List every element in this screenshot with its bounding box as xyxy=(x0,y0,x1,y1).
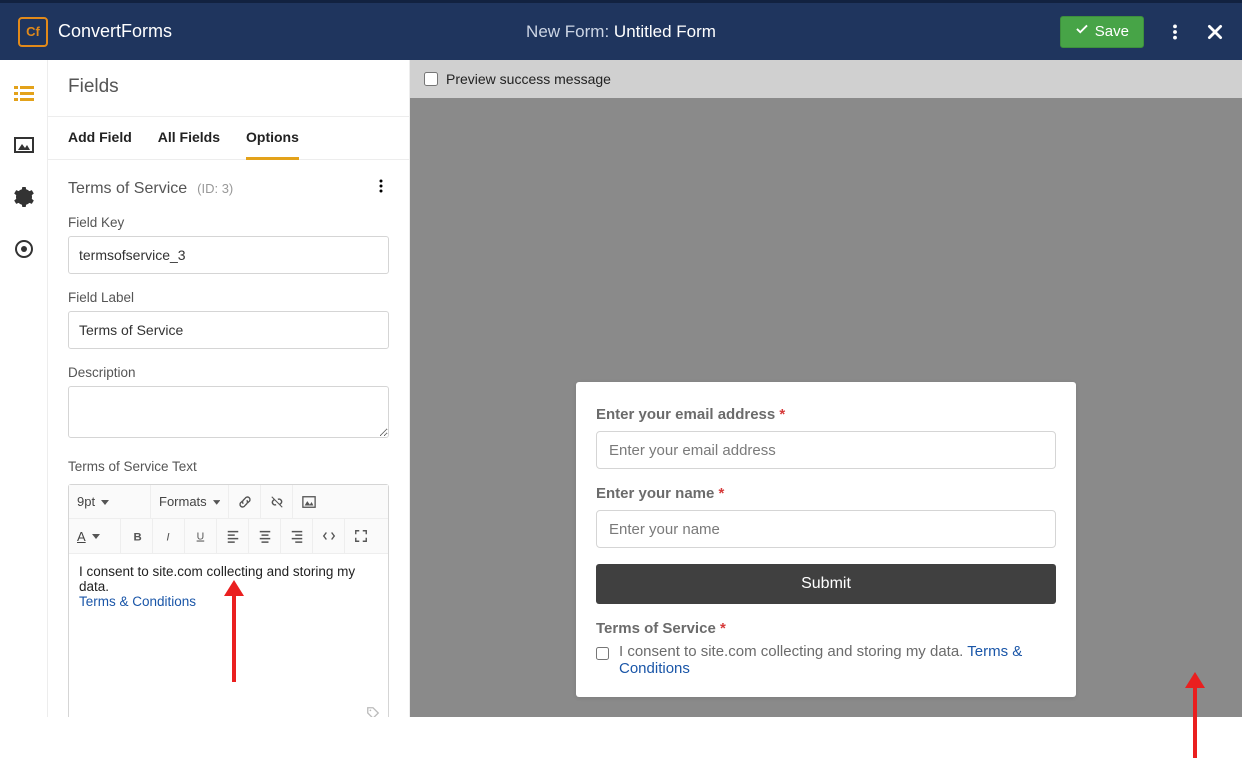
preview-name-group: Enter your name * xyxy=(596,485,1056,548)
rte-code-icon[interactable] xyxy=(313,519,345,553)
form-name: Untitled Form xyxy=(614,22,716,41)
preview-name-input[interactable] xyxy=(596,510,1056,548)
rte-formats-select[interactable]: Formats xyxy=(151,485,229,518)
top-header: Cf ConvertForms New Form: Untitled Form … xyxy=(0,0,1242,60)
rte-footer xyxy=(69,704,388,717)
sidebar-tabs: Add Field All Fields Options xyxy=(48,117,409,160)
preview-tos-text-wrap: I consent to site.com collecting and sto… xyxy=(619,643,1056,677)
rte-fontsize-select[interactable]: 9pt xyxy=(69,485,151,518)
field-menu-icon[interactable] xyxy=(373,178,389,199)
preview-success-checkbox[interactable] xyxy=(424,72,438,86)
field-key-group: Field Key xyxy=(48,209,409,284)
svg-text:U: U xyxy=(196,531,204,543)
target-icon[interactable] xyxy=(13,238,35,260)
annotation-arrow xyxy=(1185,672,1205,758)
list-icon[interactable] xyxy=(13,82,35,104)
form-canvas: Preview success message Enter your email… xyxy=(410,60,1242,717)
icon-rail xyxy=(0,60,48,717)
rte-link-icon[interactable] xyxy=(229,485,261,518)
rte-underline-icon[interactable]: U xyxy=(185,519,217,553)
rte-textcolor-select[interactable]: A xyxy=(69,519,121,553)
tab-options[interactable]: Options xyxy=(246,129,299,160)
preview-submit-group: Submit xyxy=(596,564,1056,604)
brand-logo: Cf xyxy=(18,17,48,47)
rte-align-center-icon[interactable] xyxy=(249,519,281,553)
preview-tos-text: I consent to site.com collecting and sto… xyxy=(619,643,963,660)
preview-tos-heading: Terms of Service * xyxy=(596,620,1056,637)
field-label-input[interactable] xyxy=(68,311,389,349)
tab-add-field[interactable]: Add Field xyxy=(68,129,132,159)
save-button[interactable]: Save xyxy=(1060,16,1144,48)
brand-name: ConvertForms xyxy=(58,21,172,42)
rte-text: I consent to site.com collecting and sto… xyxy=(79,564,355,594)
required-star: * xyxy=(719,485,725,502)
svg-text:B: B xyxy=(133,531,141,543)
field-id: (ID: 3) xyxy=(197,181,233,196)
required-star: * xyxy=(779,406,785,423)
rte-bold-icon[interactable]: B xyxy=(121,519,153,553)
field-label-label: Field Label xyxy=(68,290,389,305)
preview-tos-group: Terms of Service * I consent to site.com… xyxy=(596,620,1056,677)
close-icon[interactable] xyxy=(1206,23,1224,41)
rte-image-icon[interactable] xyxy=(293,485,325,518)
preview-name-label-text: Enter your name xyxy=(596,485,714,502)
field-key-label: Field Key xyxy=(68,215,389,230)
more-menu-icon[interactable] xyxy=(1166,23,1184,41)
rich-text-editor: 9pt Formats A B xyxy=(68,484,389,717)
tos-text-label: Terms of Service Text xyxy=(68,459,389,474)
preview-email-label: Enter your email address * xyxy=(596,406,1056,423)
preview-submit-button[interactable]: Submit xyxy=(596,564,1056,604)
preview-email-input[interactable] xyxy=(596,431,1056,469)
tab-all-fields[interactable]: All Fields xyxy=(158,129,220,159)
rte-align-left-icon[interactable] xyxy=(217,519,249,553)
required-star: * xyxy=(720,620,726,637)
tag-icon[interactable] xyxy=(366,706,380,718)
annotation-arrow xyxy=(224,580,244,682)
field-key-input[interactable] xyxy=(68,236,389,274)
save-label: Save xyxy=(1095,23,1129,40)
rte-content[interactable]: I consent to site.com collecting and sto… xyxy=(69,554,388,704)
chevron-down-icon xyxy=(92,532,100,540)
top-actions: Save xyxy=(1060,16,1224,48)
chevron-down-icon xyxy=(101,498,109,506)
gear-icon[interactable] xyxy=(13,186,35,208)
rte-fontsize-value: 9pt xyxy=(77,494,95,509)
form-preview-card: Enter your email address * Enter your na… xyxy=(576,382,1076,697)
preview-name-label: Enter your name * xyxy=(596,485,1056,502)
field-heading: Terms of Service (ID: 3) xyxy=(48,160,409,209)
preview-strip: Preview success message xyxy=(410,60,1242,98)
tos-text-heading: Terms of Service Text xyxy=(48,453,409,484)
rte-italic-icon[interactable]: I xyxy=(153,519,185,553)
rte-toolbar: 9pt Formats A B xyxy=(69,485,388,554)
preview-email-group: Enter your email address * xyxy=(596,406,1056,469)
field-description-group: Description xyxy=(48,359,409,453)
field-label-group: Field Label xyxy=(48,284,409,359)
sidebar-title: Fields xyxy=(48,60,409,117)
field-title: Terms of Service xyxy=(68,180,187,198)
chevron-down-icon xyxy=(213,498,220,506)
preview-tos-checkbox[interactable] xyxy=(596,647,609,660)
rte-formats-value: Formats xyxy=(159,494,207,509)
field-description-label: Description xyxy=(68,365,389,380)
rte-unlink-icon[interactable] xyxy=(261,485,293,518)
check-icon xyxy=(1075,23,1089,41)
field-description-input[interactable] xyxy=(68,386,389,438)
preview-email-label-text: Enter your email address xyxy=(596,406,775,423)
page-title: New Form: Untitled Form xyxy=(526,22,716,42)
rte-align-right-icon[interactable] xyxy=(281,519,313,553)
rte-fullscreen-icon[interactable] xyxy=(345,519,377,553)
image-icon[interactable] xyxy=(13,134,35,156)
preview-tos-heading-text: Terms of Service xyxy=(596,620,716,637)
main-layout: Fields Add Field All Fields Options Term… xyxy=(0,60,1242,717)
fields-sidebar: Fields Add Field All Fields Options Term… xyxy=(48,60,410,717)
svg-text:I: I xyxy=(166,531,170,543)
preview-success-label: Preview success message xyxy=(446,71,611,87)
title-prefix: New Form: xyxy=(526,22,609,41)
rte-link[interactable]: Terms & Conditions xyxy=(79,594,196,609)
